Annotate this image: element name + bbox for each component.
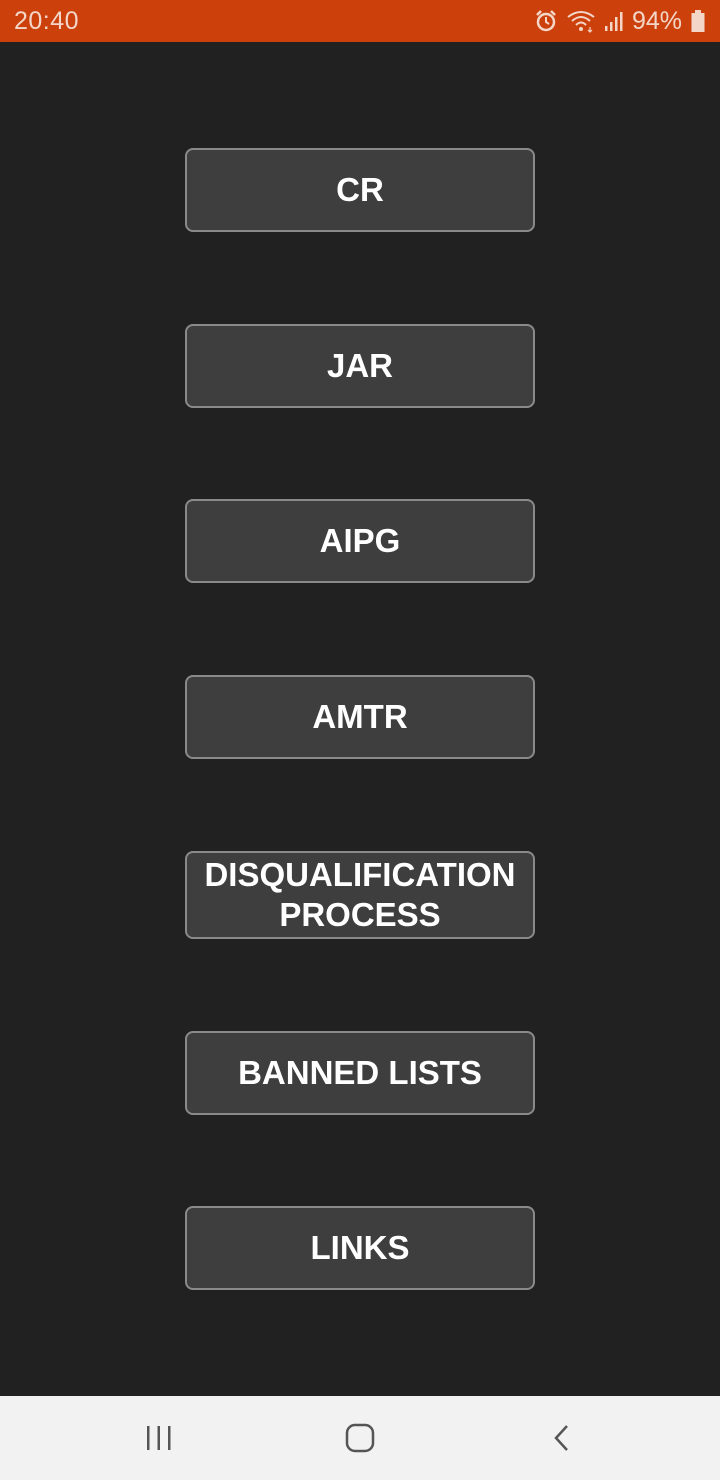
main-content: CR JAR AIPG AMTR DISQUALIFICATION PROCES…: [0, 42, 720, 1396]
disqualification-label-line2: PROCESS: [279, 896, 441, 933]
links-button[interactable]: LINKS: [185, 1206, 535, 1290]
navigation-bar: [0, 1396, 720, 1480]
home-icon[interactable]: [332, 1410, 388, 1466]
wifi-icon: [566, 9, 596, 33]
jar-button[interactable]: JAR: [185, 324, 535, 408]
status-bar: 20:40 94%: [0, 0, 720, 42]
banned-lists-button[interactable]: BANNED LISTS: [185, 1031, 535, 1115]
status-icons: 94%: [534, 7, 706, 36]
back-icon[interactable]: [534, 1410, 590, 1466]
disqualification-label-line1: DISQUALIFICATION: [204, 856, 516, 893]
amtr-button-label: AMTR: [312, 698, 408, 735]
cr-button-label: CR: [336, 171, 384, 208]
jar-button-label: JAR: [326, 347, 394, 384]
banned-lists-button-label: BANNED LISTS: [238, 1054, 482, 1091]
status-time: 20:40: [14, 6, 80, 35]
links-button-label: LINKS: [310, 1229, 410, 1266]
battery-percent: 94%: [631, 6, 682, 35]
aipg-button[interactable]: AIPG: [185, 499, 535, 583]
battery-icon: [690, 9, 706, 33]
recent-apps-icon[interactable]: [131, 1410, 187, 1466]
cr-button[interactable]: CR: [185, 148, 535, 232]
aipg-button-label: AIPG: [319, 522, 401, 559]
disqualification-process-button[interactable]: DISQUALIFICATION PROCESS: [185, 851, 535, 939]
amtr-button[interactable]: AMTR: [185, 675, 535, 759]
alarm-icon: [534, 9, 558, 33]
signal-icon: [604, 10, 624, 32]
